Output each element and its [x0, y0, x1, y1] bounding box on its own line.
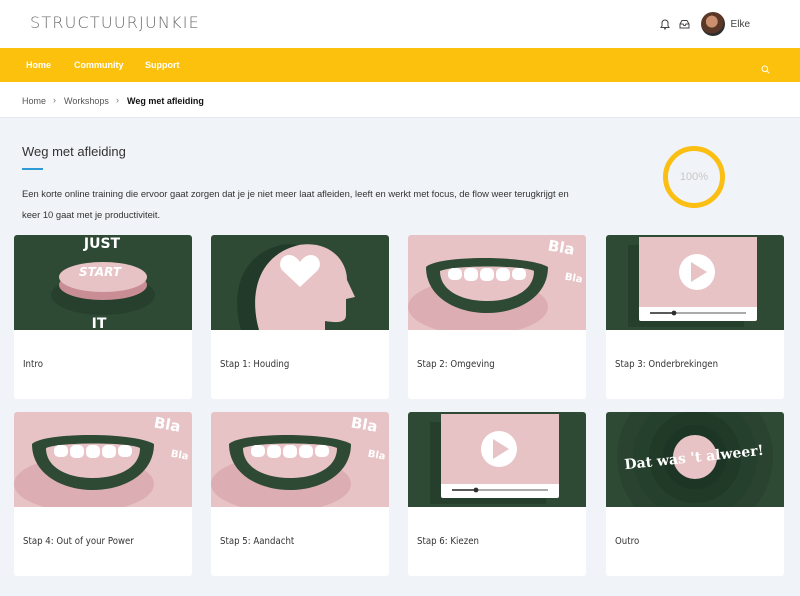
breadcrumb-home[interactable]: Home [22, 96, 46, 106]
search-icon[interactable] [761, 61, 770, 79]
nav-community[interactable]: Community [74, 60, 124, 70]
lesson-title[interactable]: Stap 5: Aandacht [220, 536, 294, 547]
breadcrumb-separator: › [53, 95, 56, 105]
breadcrumb: Home › Workshops › Weg met afleiding [0, 82, 800, 118]
breadcrumb-workshops[interactable]: Workshops [64, 96, 109, 106]
site-logo[interactable]: STRUCTUURJUNKIE [30, 13, 200, 32]
nav-support[interactable]: Support [145, 60, 180, 70]
avatar[interactable] [700, 12, 725, 36]
lesson-card-stap-2[interactable]: Bla Bla Stap 2: Omgeving [408, 235, 586, 399]
lesson-card-stap-4[interactable]: Bla Bla Stap 4: Out of your Power [14, 412, 192, 576]
lesson-card-outro[interactable]: Dat was 't alweer! Outro [606, 412, 784, 576]
lesson-thumbnail[interactable]: Bla Bla [14, 412, 192, 507]
lesson-title[interactable]: Intro [23, 359, 43, 370]
lesson-card-stap-1[interactable]: Stap 1: Houding [211, 235, 389, 399]
nav-home[interactable]: Home [26, 60, 51, 70]
inbox-icon[interactable] [679, 18, 691, 30]
lesson-thumbnail[interactable]: Dat was 't alweer! [606, 412, 784, 507]
lesson-thumbnail[interactable] [606, 235, 784, 330]
lesson-thumbnail[interactable] [408, 412, 586, 507]
lesson-title[interactable]: Stap 2: Omgeving [417, 359, 495, 370]
lesson-card-stap-6[interactable]: Stap 6: Kiezen [408, 412, 586, 576]
lesson-card-intro[interactable]: JUST START IT Intro [14, 235, 192, 399]
lesson-thumbnail[interactable]: JUST START IT [14, 235, 192, 330]
lesson-thumbnail[interactable] [211, 235, 389, 330]
lesson-thumbnail[interactable]: Bla Bla [211, 412, 389, 507]
progress-circle: 100% [663, 146, 725, 208]
thumb-text: START [79, 265, 122, 279]
lesson-thumbnail[interactable]: Bla Bla [408, 235, 586, 330]
breadcrumb-current: Weg met afleiding [127, 96, 204, 106]
main-nav: Home Community Support [0, 48, 800, 82]
lesson-title[interactable]: Stap 1: Houding [220, 359, 289, 370]
lesson-title[interactable]: Outro [615, 536, 639, 547]
thumb-text: JUST [83, 236, 121, 252]
lesson-card-stap-5[interactable]: Bla Bla Stap 5: Aandacht [211, 412, 389, 576]
progress-label: 100% [679, 171, 709, 183]
top-bar: STRUCTUURJUNKIE Elke [0, 0, 800, 48]
lesson-card-stap-3[interactable]: Stap 3: Onderbrekingen [606, 235, 784, 399]
page-title: Weg met afleiding [22, 144, 126, 159]
lesson-title[interactable]: Stap 6: Kiezen [417, 536, 479, 547]
lesson-title[interactable]: Stap 3: Onderbrekingen [615, 359, 718, 370]
title-underline [22, 168, 43, 170]
thumb-text: IT [92, 316, 107, 330]
lesson-title[interactable]: Stap 4: Out of your Power [23, 536, 134, 547]
course-description: Een korte online training die ervoor gaa… [22, 188, 569, 220]
breadcrumb-separator: › [116, 95, 119, 105]
bell-icon[interactable] [659, 18, 671, 30]
username[interactable]: Elke [731, 19, 750, 30]
user-area: Elke [659, 12, 750, 36]
